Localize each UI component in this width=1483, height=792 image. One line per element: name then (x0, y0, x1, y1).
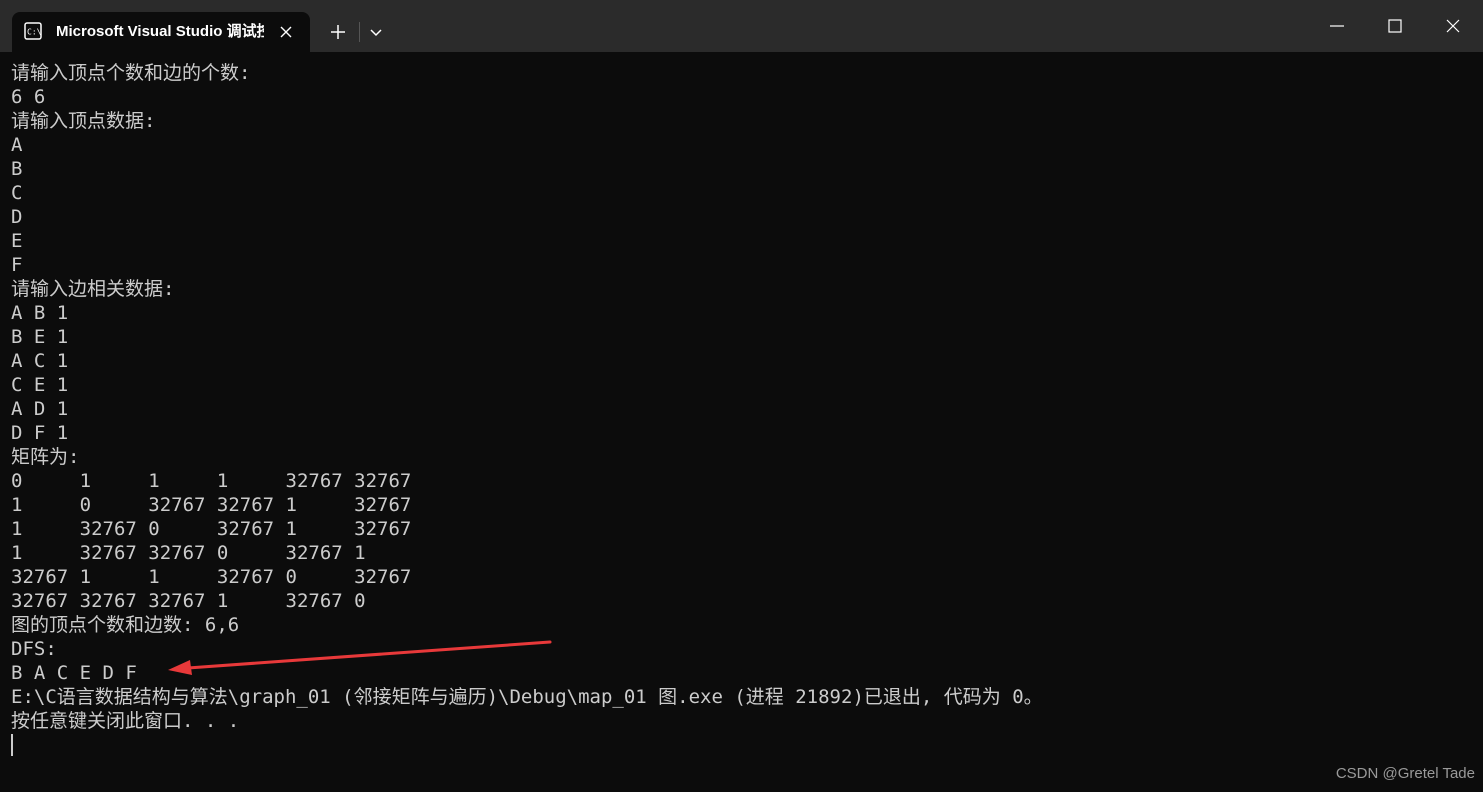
tab-debug-console[interactable]: C:\ Microsoft Visual Studio 调试控制台 (12, 12, 310, 52)
matrix-row: 1 32767 32767 0 32767 1 (11, 542, 366, 564)
svg-text:C:\: C:\ (27, 28, 42, 37)
watermark: CSDN @Gretel Tade (1335, 765, 1475, 782)
matrix-row: 0 1 1 1 32767 32767 (11, 470, 412, 492)
maximize-button[interactable] (1372, 8, 1418, 44)
console-line: C E 1 (11, 374, 69, 396)
chevron-down-icon[interactable] (364, 20, 388, 44)
minimize-icon (1330, 25, 1344, 27)
console-line: A (11, 134, 23, 156)
matrix-row: 32767 1 1 32767 0 32767 (11, 566, 412, 588)
console-line: 请输入顶点个数和边的个数: (11, 62, 251, 84)
console-line: C (11, 182, 23, 204)
press-any-key-prompt: 按任意键关闭此窗口. . . (11, 710, 240, 732)
console-line: A D 1 (11, 398, 69, 420)
close-icon (1446, 19, 1460, 33)
tab-title: Microsoft Visual Studio 调试控制台 (56, 23, 264, 40)
console-line: B (11, 158, 23, 180)
console-line: F (11, 254, 23, 276)
red-arrow-icon (168, 640, 552, 675)
console-line: 6 6 (11, 86, 46, 108)
exit-message: E:\C语言数据结构与算法\graph_01 (邻接矩阵与遍历)\Debug\m… (11, 686, 1043, 708)
title-bar[interactable]: C:\ Microsoft Visual Studio 调试控制台 (0, 0, 1483, 52)
matrix-row: 32767 32767 32767 1 32767 0 (11, 590, 366, 612)
matrix-row: 1 32767 0 32767 1 32767 (11, 518, 412, 540)
console-line: D F 1 (11, 422, 69, 444)
console-line: E (11, 230, 23, 252)
text-cursor (11, 734, 13, 756)
matrix-row: 1 0 32767 32767 1 32767 (11, 494, 412, 516)
console-line: 图的顶点个数和边数: 6,6 (11, 614, 240, 636)
console-line: D (11, 206, 23, 228)
console-line: 请输入顶点数据: (11, 110, 156, 132)
console-line: 请输入边相关数据: (11, 278, 175, 300)
plus-icon[interactable] (324, 18, 352, 46)
console-icon: C:\ (24, 22, 42, 40)
console-line: B E 1 (11, 326, 69, 348)
close-window-button[interactable] (1430, 8, 1476, 44)
console-line: A B 1 (11, 302, 69, 324)
tab-divider (359, 22, 360, 42)
console-line: 矩阵为: (11, 446, 80, 468)
console-line: A C 1 (11, 350, 69, 372)
maximize-icon (1388, 19, 1402, 33)
minimize-button[interactable] (1314, 8, 1360, 44)
close-tab-icon[interactable] (274, 20, 298, 44)
terminal-window: C:\ Microsoft Visual Studio 调试控制台 (0, 0, 1483, 792)
